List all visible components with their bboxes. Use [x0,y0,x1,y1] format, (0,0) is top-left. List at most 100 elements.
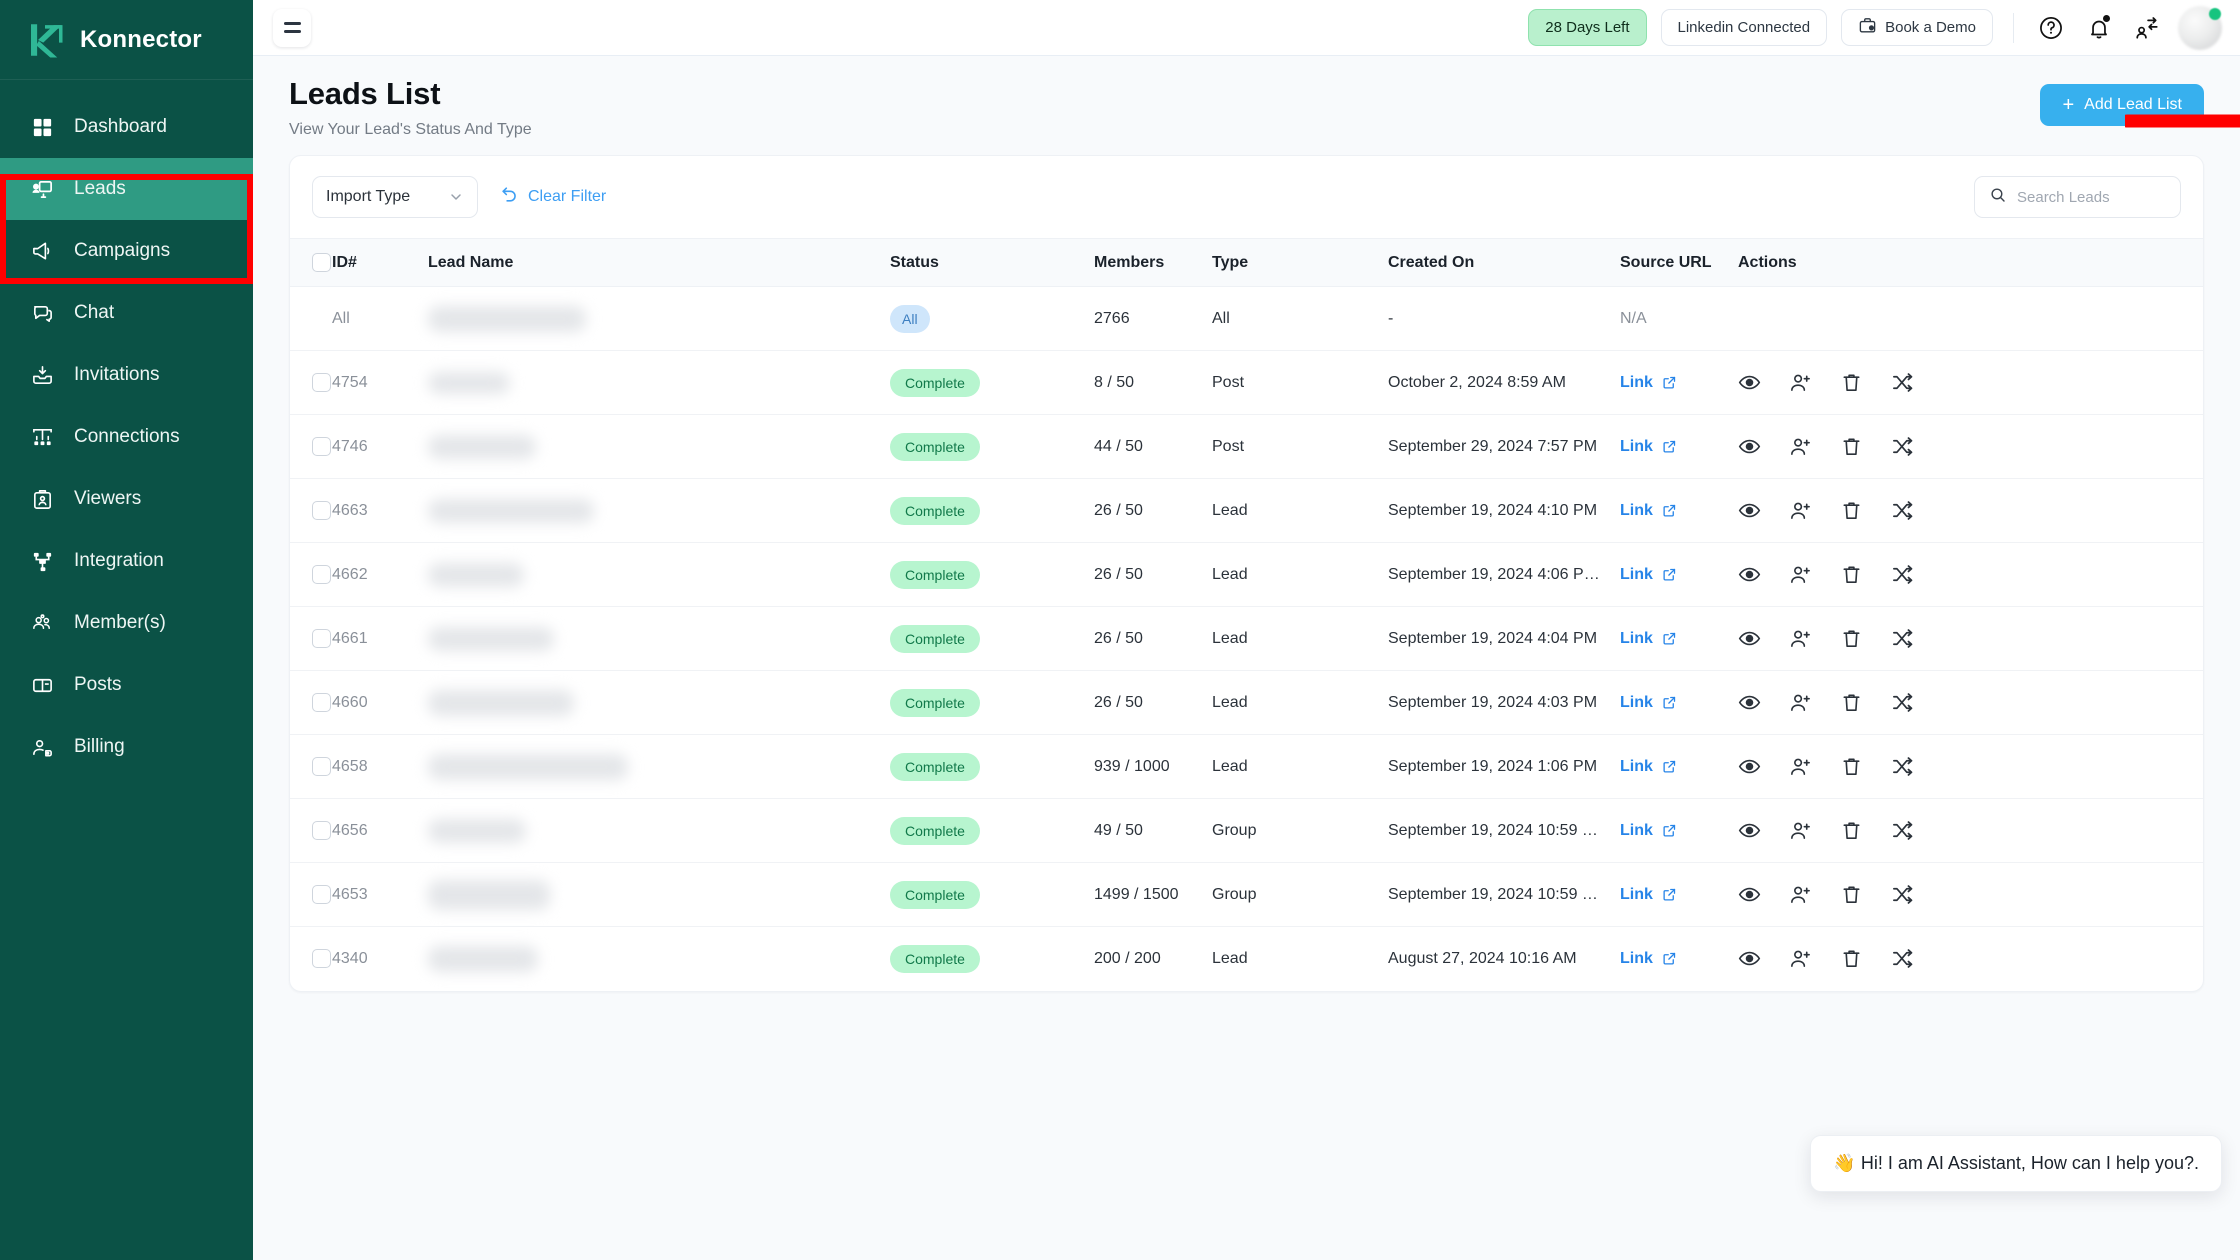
sidebar-item-leads[interactable]: Leads [0,158,253,220]
user-add-icon[interactable] [1789,819,1812,842]
source-link[interactable]: Link [1620,886,1653,904]
eye-icon[interactable] [1738,691,1761,714]
table-row[interactable]: 4653 Complete 1499 / 1500 Group September 19… [290,862,2203,927]
row-checkbox[interactable] [312,437,331,456]
eye-icon[interactable] [1738,755,1761,778]
eye-icon[interactable] [1738,627,1761,650]
source-link[interactable]: Link [1620,694,1653,712]
source-link[interactable]: Link [1620,822,1653,840]
table-row[interactable]: 4663 Complete 26 / 50 Lead September 19, 202… [290,478,2203,543]
eye-icon[interactable] [1738,819,1761,842]
trash-icon[interactable] [1840,947,1863,970]
ai-assistant-bubble[interactable]: 👋 Hi! I am AI Assistant, How can I help … [1810,1135,2222,1192]
shuffle-icon[interactable] [1891,499,1914,522]
cell-source-url[interactable]: Link [1620,414,1738,479]
source-link[interactable]: Link [1620,566,1653,584]
sidebar-item-members[interactable]: Member(s) [0,592,253,654]
shuffle-icon[interactable] [1891,819,1914,842]
linkedin-status-button[interactable]: Linkedin Connected [1660,9,1828,46]
user-add-icon[interactable] [1789,563,1812,586]
user-add-icon[interactable] [1789,435,1812,458]
shuffle-icon[interactable] [1891,755,1914,778]
eye-icon[interactable] [1738,947,1761,970]
eye-icon[interactable] [1738,499,1761,522]
table-row[interactable]: 4661 Complete 26 / 50 Lead September 19, 202… [290,606,2203,671]
cell-source-url[interactable]: Link [1620,862,1738,927]
sidebar-item-invitations[interactable]: Invitations [0,344,253,406]
eye-icon[interactable] [1738,883,1761,906]
table-row[interactable]: 4656 Complete 49 / 50 Group September 19, 20… [290,798,2203,863]
source-link[interactable]: Link [1620,374,1653,392]
cell-source-url[interactable]: Link [1620,478,1738,543]
sidebar-item-billing[interactable]: Billing [0,716,253,778]
trash-icon[interactable] [1840,755,1863,778]
eye-icon[interactable] [1738,371,1761,394]
trash-icon[interactable] [1840,435,1863,458]
switch-account-icon[interactable] [2130,11,2164,45]
shuffle-icon[interactable] [1891,435,1914,458]
table-row[interactable]: 4340 Complete 200 / 200 Lead August 27, 2024… [290,927,2203,991]
sidebar-item-connections[interactable]: Connections [0,406,253,468]
row-checkbox[interactable] [312,565,331,584]
source-link[interactable]: Link [1620,950,1653,968]
user-add-icon[interactable] [1789,691,1812,714]
eye-icon[interactable] [1738,563,1761,586]
source-link[interactable]: Link [1620,438,1653,456]
shuffle-icon[interactable] [1891,563,1914,586]
sidebar-item-campaigns[interactable]: Campaigns [0,220,253,282]
hamburger-icon[interactable] [273,8,311,47]
user-add-icon[interactable] [1789,947,1812,970]
search-leads-box[interactable] [1974,176,2181,218]
row-checkbox[interactable] [312,757,331,776]
add-lead-list-button[interactable]: + Add Lead List [2040,84,2204,126]
cell-source-url[interactable]: Link [1620,670,1738,735]
search-input[interactable] [2017,188,2166,206]
table-row[interactable]: 4660 Complete 26 / 50 Lead September 19, 202… [290,670,2203,735]
table-row[interactable]: 4658 Complete 939 / 1000 Lead September 19, … [290,734,2203,799]
source-link[interactable]: Link [1620,630,1653,648]
sidebar-item-dashboard[interactable]: Dashboard [0,96,253,158]
table-row[interactable]: 4754 Complete 8 / 50 Post October 2, 2024 8:… [290,350,2203,415]
cell-source-url[interactable]: Link [1620,927,1738,991]
source-link[interactable]: Link [1620,502,1653,520]
row-checkbox[interactable] [312,501,331,520]
table-row[interactable]: All All 2766 All - N/A [290,286,2203,351]
user-add-icon[interactable] [1789,627,1812,650]
trash-icon[interactable] [1840,627,1863,650]
trash-icon[interactable] [1840,883,1863,906]
user-add-icon[interactable] [1789,755,1812,778]
row-checkbox[interactable] [312,629,331,648]
select-all-checkbox[interactable] [312,253,331,272]
cell-source-url[interactable]: Link [1620,798,1738,863]
shuffle-icon[interactable] [1891,627,1914,650]
table-row[interactable]: 4746 Complete 44 / 50 Post September 29, 202… [290,414,2203,479]
row-checkbox[interactable] [312,821,331,840]
bell-icon[interactable] [2082,11,2116,45]
user-add-icon[interactable] [1789,883,1812,906]
shuffle-icon[interactable] [1891,691,1914,714]
row-checkbox[interactable] [312,373,331,392]
trash-icon[interactable] [1840,691,1863,714]
trash-icon[interactable] [1840,499,1863,522]
cell-source-url[interactable]: Link [1620,734,1738,799]
trial-days-badge[interactable]: 28 Days Left [1528,9,1647,46]
trash-icon[interactable] [1840,819,1863,842]
sidebar-item-integration[interactable]: Integration [0,530,253,592]
user-add-icon[interactable] [1789,371,1812,394]
table-row[interactable]: 4662 Complete 26 / 50 Lead September 19, 202… [290,542,2203,607]
row-checkbox[interactable] [312,949,331,969]
shuffle-icon[interactable] [1891,883,1914,906]
row-checkbox[interactable] [312,885,331,904]
cell-source-url[interactable]: Link [1620,606,1738,671]
shuffle-icon[interactable] [1891,371,1914,394]
book-demo-button[interactable]: Book a Demo [1841,9,1993,46]
avatar[interactable] [2178,5,2222,50]
sidebar-item-chat[interactable]: Chat [0,282,253,344]
source-link[interactable]: Link [1620,758,1653,776]
eye-icon[interactable] [1738,435,1761,458]
user-add-icon[interactable] [1789,499,1812,522]
sidebar-item-viewers[interactable]: Viewers [0,468,253,530]
sidebar-item-posts[interactable]: Posts [0,654,253,716]
shuffle-icon[interactable] [1891,947,1914,970]
trash-icon[interactable] [1840,371,1863,394]
